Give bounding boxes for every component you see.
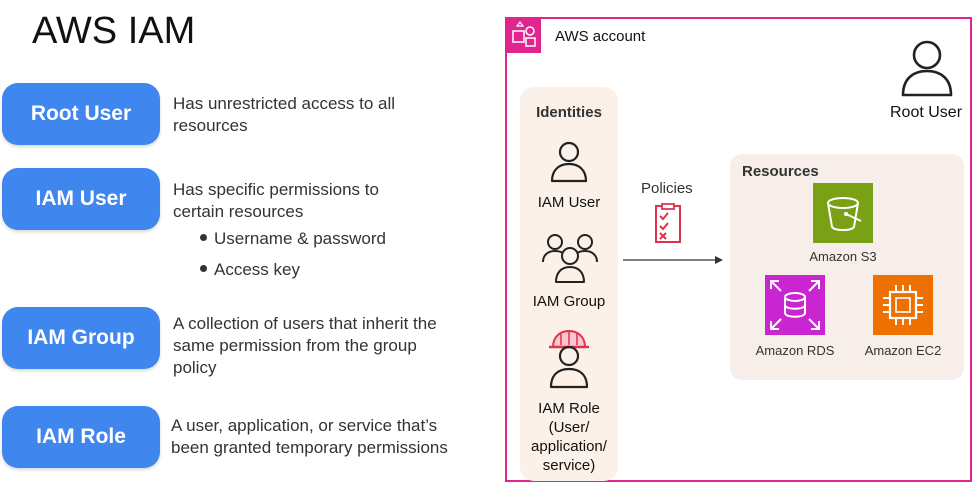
amazon-s3-icon: [813, 183, 873, 243]
iam-role-label-line: (User/: [548, 419, 590, 436]
desc-line: Has unrestricted access to all: [173, 94, 396, 113]
iam-group-label: IAM Group: [532, 293, 606, 310]
policies-label: Policies: [641, 180, 693, 197]
desc-line: Has specific permissions to: [173, 180, 379, 199]
resources-panel: Resources Amazon S3 Amazon RDS Amazon EC…: [730, 154, 964, 380]
root-user-icon: [901, 40, 953, 97]
page-title: AWS IAM: [32, 10, 196, 52]
root-user-label: Root User: [890, 104, 963, 121]
amazon-rds-icon: [765, 275, 825, 335]
identities-panel: Identities IAM User IAM Group IAM Role (…: [520, 87, 618, 481]
desc-line: resources: [173, 116, 248, 135]
iam-role-pill: IAM Role: [2, 406, 160, 468]
iam-role-icon: [549, 329, 589, 389]
amazon-ec2-label: Amazon EC2: [864, 343, 942, 358]
desc-line: same permission from the group: [173, 336, 417, 355]
amazon-rds-label: Amazon RDS: [755, 343, 835, 358]
iam-role-label-line: IAM Role: [538, 400, 600, 417]
iam-role-label-line: service): [542, 457, 596, 474]
iam-role-description: A user, application, or service that’s b…: [171, 415, 448, 459]
iam-group-icon: [542, 234, 598, 283]
bullet-access-key: Access key: [200, 260, 300, 280]
identities-title: Identities: [536, 104, 602, 121]
desc-line: A user, application, or service that’s: [171, 416, 438, 435]
iam-group-description: A collection of users that inherit the s…: [173, 313, 437, 379]
iam-user-label: IAM User: [537, 194, 601, 211]
desc-line: A collection of users that inherit the: [173, 314, 437, 333]
bullet-text: Access key: [214, 260, 300, 279]
root-user-pill: Root User: [2, 83, 160, 145]
desc-line: policy: [173, 358, 217, 377]
aws-account-label: AWS account: [555, 28, 646, 45]
policy-document-icon: [655, 203, 681, 243]
policy-arrow: [623, 256, 723, 264]
amazon-ec2-icon: [873, 275, 933, 335]
resources-title: Resources: [742, 163, 819, 180]
desc-line: certain resources: [173, 202, 304, 221]
iam-user-pill: IAM User: [2, 168, 160, 230]
amazon-s3-label: Amazon S3: [809, 249, 877, 264]
bullet-text: Username & password: [214, 229, 386, 248]
aws-account-icon: [507, 19, 541, 53]
desc-line: been granted temporary permissions: [171, 438, 448, 457]
iam-role-label-line: application/: [531, 438, 607, 455]
iam-role-label: IAM Role (User/ application/ service): [520, 399, 618, 475]
aws-account-container: AWS account Root User Identities IAM Use…: [505, 17, 972, 482]
bullet-username-password: Username & password: [200, 229, 386, 249]
bullet-dot: [200, 234, 207, 242]
bullet-dot: [200, 265, 207, 273]
iam-group-pill: IAM Group: [2, 307, 160, 369]
iam-user-description: Has specific permissions to certain reso…: [173, 179, 379, 223]
root-user-description: Has unrestricted access to all resources: [173, 93, 395, 137]
iam-user-icon: [550, 141, 588, 183]
